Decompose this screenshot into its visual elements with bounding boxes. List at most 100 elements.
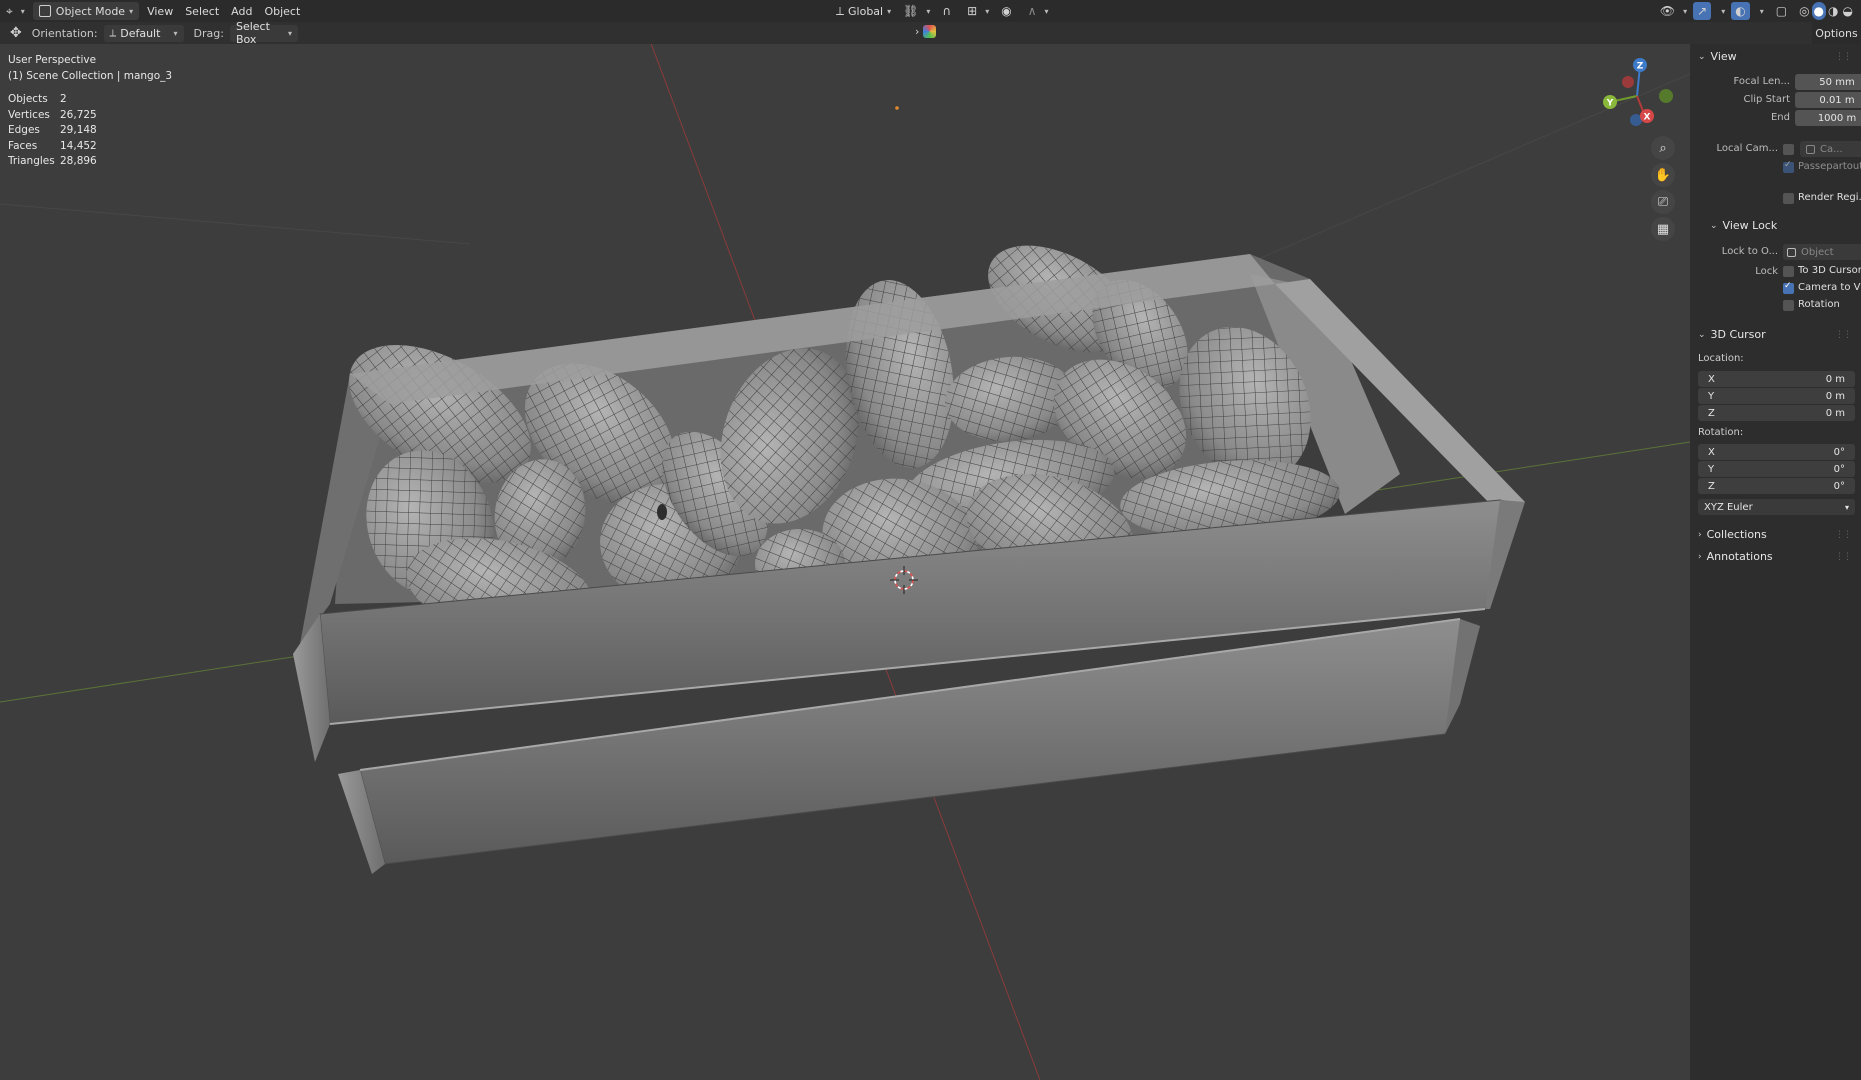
hand-icon: ✋ (1654, 167, 1672, 183)
editor-type-button[interactable]: ⌖ ▾ (0, 2, 31, 20)
menu-select[interactable]: Select (179, 2, 225, 20)
menu-object[interactable]: Object (258, 2, 306, 20)
toolbar-center: › (915, 25, 937, 38)
cursor-location-y[interactable]: Y0 m (1698, 388, 1855, 404)
drag-grip-icon[interactable]: ⋮⋮ (1835, 52, 1852, 62)
perspective-toggle-button[interactable]: ▦ (1651, 217, 1675, 241)
chevron-right-icon[interactable]: › (915, 25, 919, 38)
gizmo-x-label: X (1644, 113, 1651, 123)
pivot-point-button[interactable]: ⛓ ▾ (897, 2, 936, 20)
rotation-mode-value: XYZ Euler (1704, 501, 1753, 513)
grid-icon: ▦ (1656, 221, 1670, 237)
xray-toggle[interactable]: ▢ (1770, 2, 1797, 20)
rotation-mode-select[interactable]: XYZ Euler ▾ (1698, 499, 1855, 515)
cursor-rotation-x[interactable]: X 0° (1698, 444, 1855, 460)
drag-grip-icon[interactable]: ⋮⋮ (1835, 330, 1852, 340)
transform-orientation-select[interactable]: ⟂ Global ▾ (830, 2, 897, 20)
focal-length-label: Focal Len... (1733, 76, 1790, 87)
collections-panel-header[interactable]: › Collections (1698, 528, 1767, 541)
scene-statistics: Objects 2 Vertices 26,725 Edges 29,148 Face… (8, 92, 97, 170)
viewport-info: User Perspective (1) Scene Collection | … (8, 52, 172, 84)
drag-select[interactable]: Select Box ▾ (229, 20, 298, 46)
local-camera-field[interactable]: Ca... ✕ (1800, 141, 1861, 157)
stat-row: Triangles 28,896 (8, 155, 97, 167)
chevron-down-icon: ▾ (887, 6, 892, 16)
navigation-gizmo[interactable]: Z Y X (1595, 54, 1685, 134)
passepartout-label: Passepartout (1798, 161, 1861, 172)
header-center-group: ⟂ Global ▾ ⛓ ▾ ∩ ⊞ ▾ ◉ ∧ ▾ (830, 2, 1055, 20)
tool-settings-bar: ✥ Orientation: ⟂ Default ▾ Drag: Select … (0, 20, 1861, 46)
view-lock-title: View Lock (1722, 219, 1778, 232)
chevron-right-icon: › (1698, 551, 1702, 562)
shading-wireframe[interactable]: ◎ (1797, 2, 1811, 20)
orientation-value: Default (120, 26, 161, 40)
zoom-button[interactable]: ⌕ (1651, 136, 1675, 160)
passepartout-checkbox[interactable] (1783, 160, 1794, 173)
falloff-button[interactable]: ∧ ▾ (1022, 2, 1055, 20)
material-shading-icon: ◑ (1828, 4, 1839, 18)
camera-view-button[interactable]: ⎚ (1651, 190, 1675, 214)
snap-toggle[interactable]: ∩ (936, 2, 961, 20)
gizmo-dropdown[interactable]: ▾ (1711, 2, 1731, 20)
annotations-panel-header[interactable]: › Annotations (1698, 550, 1773, 563)
lock-rotation-checkbox[interactable] (1783, 300, 1794, 311)
cursor-rotation-y[interactable]: Y 0° (1698, 461, 1855, 477)
clip-start-field[interactable]: 0.01 m (1795, 92, 1861, 108)
render-region-checkbox[interactable] (1783, 193, 1794, 204)
view-panel-header[interactable]: ⌄ View (1698, 50, 1737, 63)
shading-solid[interactable]: ● (1811, 2, 1827, 20)
orientation-select[interactable]: ⟂ Default ▾ (103, 24, 184, 42)
scene-stats-icon[interactable] (923, 25, 937, 38)
transform-orientation-label: Global (848, 4, 884, 18)
chevron-down-icon: ▾ (20, 6, 25, 16)
shading-rendered[interactable]: ◒ (1841, 2, 1855, 20)
location-label: Location: (1698, 353, 1744, 364)
camera-to-view-checkbox[interactable] (1783, 281, 1794, 294)
overlays-dropdown[interactable]: ▾ (1750, 2, 1770, 20)
render-region-label: Render Regi... (1798, 192, 1861, 203)
perspective-label: User Perspective (8, 54, 97, 66)
view-lock-panel-header[interactable]: ⌄ View Lock (1710, 219, 1777, 232)
focal-length-field[interactable]: 50 mm (1795, 74, 1861, 90)
object-mode-icon (38, 5, 51, 17)
move-tool-icon: ✥ (10, 25, 22, 41)
gizmo-toggle[interactable]: ↗ (1693, 2, 1712, 20)
drag-grip-icon[interactable]: ⋮⋮ (1835, 552, 1852, 562)
local-camera-value: Ca... (1820, 143, 1843, 155)
stat-row: Vertices 26,725 (8, 108, 97, 121)
editor-type-icon: ⌖ (6, 3, 13, 18)
falloff-icon: ∧ (1027, 4, 1037, 18)
chevron-down-icon: ▾ (173, 28, 178, 38)
lock-to-3d-cursor-label: To 3D Cursor (1798, 265, 1861, 276)
view-panel-title: View (1710, 50, 1737, 63)
drag-grip-icon[interactable]: ⋮⋮ (1835, 530, 1852, 540)
mode-select[interactable]: Object Mode ▾ (32, 2, 140, 20)
lock-to-3d-cursor-checkbox[interactable] (1783, 266, 1794, 277)
gizmo-y-label: Y (1606, 99, 1614, 109)
pan-button[interactable]: ✋ (1651, 163, 1675, 187)
clip-end-field[interactable]: 1000 m (1795, 110, 1861, 126)
snap-target-button[interactable]: ⊞ ▾ (961, 2, 995, 20)
rendered-shading-icon: ◒ (1842, 4, 1853, 18)
3d-cursor-panel-header[interactable]: ⌄ 3D Cursor (1698, 328, 1766, 341)
local-camera-checkbox[interactable] (1783, 144, 1794, 155)
3d-viewport[interactable]: User Perspective (1) Scene Collection | … (0, 44, 1690, 1080)
options-button[interactable]: Options (1812, 22, 1861, 44)
proportional-edit-toggle[interactable]: ◉ (995, 2, 1021, 20)
stat-row: Edges 29,148 (8, 124, 97, 136)
visibility-button[interactable]: 👁 ▾ (1654, 2, 1693, 20)
shading-material[interactable]: ◑ (1826, 2, 1840, 20)
cursor-location-z[interactable]: Z0 m (1698, 405, 1855, 421)
clip-start-label: Clip Start (1743, 94, 1791, 105)
overlays-toggle[interactable]: ◐ (1731, 2, 1750, 20)
lock-label: Lock (1755, 266, 1778, 277)
mode-label: Object Mode (55, 4, 126, 18)
menu-add[interactable]: Add (225, 2, 258, 20)
cursor-location-x[interactable]: X0 m (1698, 371, 1855, 387)
proportional-icon: ◉ (1001, 4, 1012, 18)
lock-to-object-field[interactable]: Object (1783, 244, 1861, 260)
menu-view[interactable]: View (141, 2, 179, 20)
cursor-rotation-z[interactable]: Z 0° (1698, 478, 1855, 494)
chevron-down-icon: ▾ (129, 6, 134, 16)
local-camera-label: Local Cam... (1716, 143, 1778, 154)
